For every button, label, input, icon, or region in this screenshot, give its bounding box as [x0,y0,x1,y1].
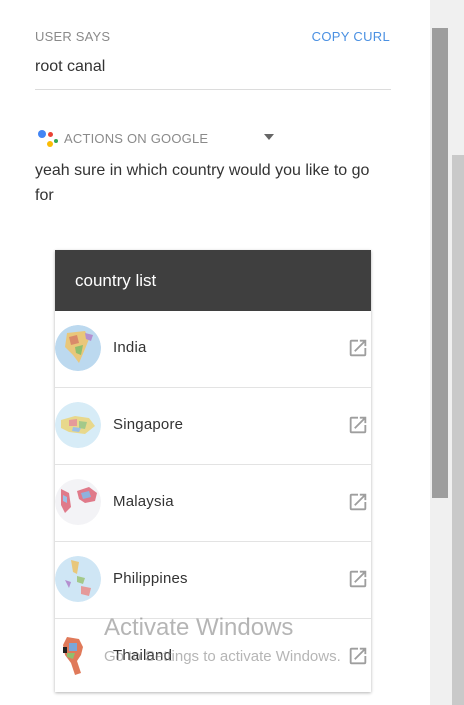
list-item-philippines[interactable]: Philippines [55,542,371,619]
list-item-title: Singapore [113,416,184,433]
country-list-card: country list India Singapore Malaysia Ph… [55,250,371,692]
philippines-map-thumbnail [55,556,101,602]
agent-response-text: yeah sure in which country would you lik… [35,162,370,204]
outer-scrollbar-thumb[interactable] [452,155,464,705]
list-item-title: Philippines [113,570,188,587]
external-link-icon[interactable] [347,568,369,590]
dropdown-caret-icon[interactable] [264,134,274,140]
user-query-text: root canal [35,58,106,75]
list-item-malaysia[interactable]: Malaysia [55,465,371,542]
malaysia-map-thumbnail [55,479,101,525]
list-item-india[interactable]: India [55,311,371,388]
card-title: country list [55,250,371,311]
list-item-singapore[interactable]: Singapore [55,388,371,465]
india-map-thumbnail [55,325,101,371]
copy-curl-link[interactable]: COPY CURL [312,29,390,44]
chat-panel: USER SAYS COPY CURL root canal ACTIONS O… [0,0,430,705]
external-link-icon[interactable] [347,337,369,359]
singapore-map-thumbnail [55,402,101,448]
list-item-title: India [113,339,147,356]
platform-selector[interactable]: ACTIONS ON GOOGLE [38,128,208,148]
scrollbar-track[interactable] [430,0,464,705]
external-link-icon[interactable] [347,645,369,667]
thailand-map-thumbnail [55,633,101,679]
list-item-title: Malaysia [113,493,174,510]
external-link-icon[interactable] [347,491,369,513]
platform-label: ACTIONS ON GOOGLE [64,130,209,146]
google-assistant-logo-icon [38,128,60,148]
user-says-label: USER SAYS [35,29,111,44]
divider [35,89,391,90]
list-item-title: Thailand [113,647,173,664]
scrollbar-thumb[interactable] [432,28,448,498]
list-item-thailand[interactable]: Thailand [55,619,371,692]
external-link-icon[interactable] [347,414,369,436]
